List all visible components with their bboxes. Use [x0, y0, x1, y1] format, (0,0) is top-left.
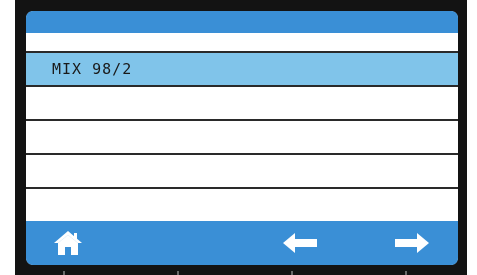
bezel-tick	[63, 271, 65, 275]
bottom-nav-bar	[26, 221, 458, 265]
forward-button[interactable]	[390, 225, 434, 261]
list-item[interactable]	[26, 189, 458, 221]
list-item[interactable]	[26, 87, 458, 119]
home-button[interactable]	[46, 225, 90, 261]
home-icon	[54, 231, 82, 255]
bezel-bottom-edge	[15, 265, 467, 275]
bezel-tick	[291, 271, 293, 275]
list-item-label: MIX 98/2	[52, 60, 133, 78]
title-bar	[26, 11, 458, 33]
touch-screen: MIX 98/2	[26, 11, 458, 265]
arrow-right-icon	[395, 233, 429, 253]
device-bezel: MIX 98/2	[15, 0, 467, 275]
list-item-selected[interactable]: MIX 98/2	[26, 53, 458, 85]
arrow-left-icon	[283, 233, 317, 253]
list-item[interactable]	[26, 155, 458, 187]
list-item[interactable]	[26, 33, 458, 51]
bezel-tick	[405, 271, 407, 275]
back-button[interactable]	[278, 225, 322, 261]
bezel-tick	[177, 271, 179, 275]
list-item[interactable]	[26, 121, 458, 153]
